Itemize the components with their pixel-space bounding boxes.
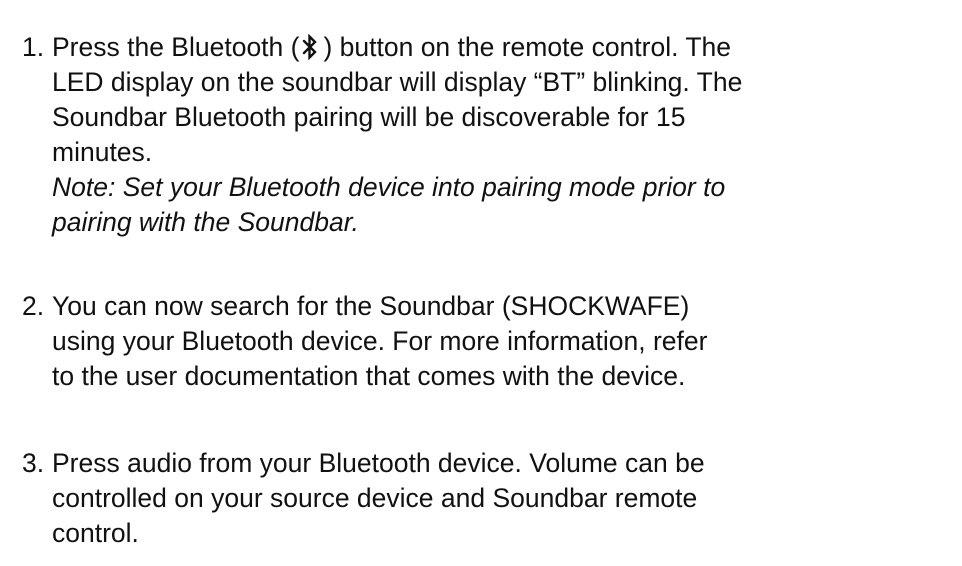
step-line: minutes.	[52, 137, 153, 167]
step-line: LED display on the soundbar will display…	[52, 67, 743, 97]
step-number: 3.	[22, 448, 45, 478]
step-number: 2.	[22, 291, 45, 321]
note-line: Note: Set your Bluetooth device into pai…	[52, 172, 726, 202]
step-number: 1.	[22, 32, 45, 62]
step-line: using your Bluetooth device. For more in…	[52, 326, 708, 356]
note-line: pairing with the Soundbar.	[52, 207, 359, 237]
step-3: 3. Press audio from your Bluetooth devic…	[22, 446, 952, 551]
step-text-segment: Press the Bluetooth (	[52, 32, 300, 62]
step-text-segment: ) button on the remote control. The	[323, 32, 732, 62]
step-text: Press the Bluetooth ( ) button on the rem…	[52, 30, 952, 240]
step-line: control.	[52, 518, 139, 548]
step-text: You can now search for the Soundbar (SHO…	[52, 289, 952, 394]
step-line: Press the Bluetooth ( ) button on the rem…	[52, 30, 952, 65]
step-2: 2. You can now search for the Soundbar (…	[22, 289, 952, 394]
instructions-page: 1. Press the Bluetooth ( ) button on the …	[0, 0, 962, 566]
step-text: Press audio from your Bluetooth device. …	[52, 446, 952, 551]
bluetooth-icon	[303, 34, 318, 60]
step-line: to the user documentation that comes wit…	[52, 361, 686, 391]
step-line: Soundbar Bluetooth pairing will be disco…	[52, 102, 686, 132]
step-1: 1. Press the Bluetooth ( ) button on the …	[22, 30, 952, 240]
step-line: controlled on your source device and Sou…	[52, 483, 698, 513]
step-line: Press audio from your Bluetooth device. …	[52, 448, 705, 478]
step-line: You can now search for the Soundbar (SHO…	[52, 291, 690, 321]
